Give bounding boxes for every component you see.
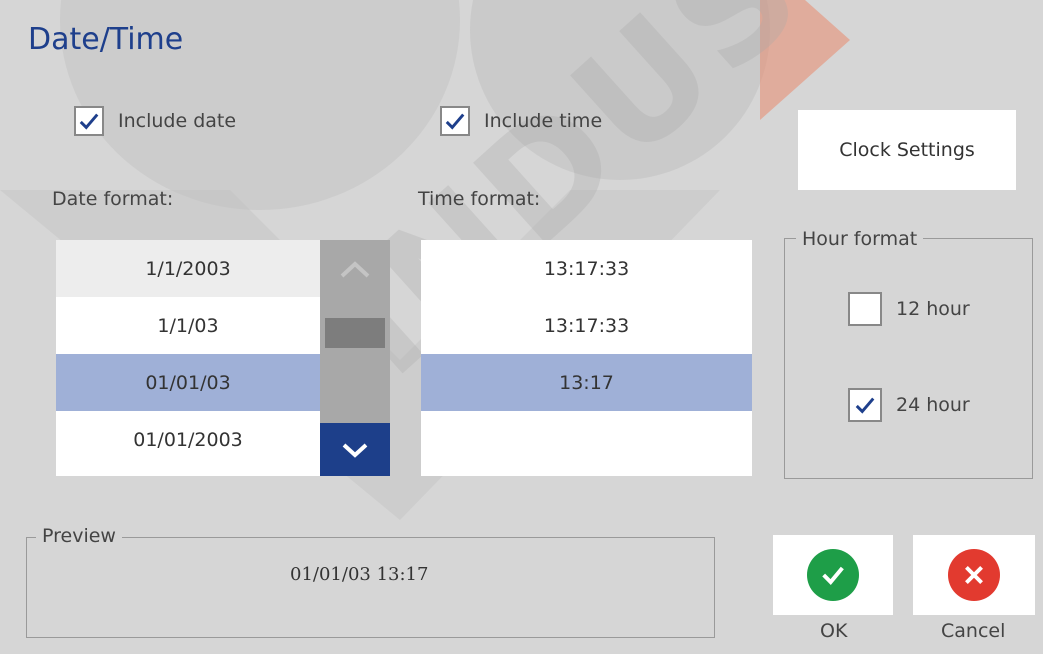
checkmark-icon bbox=[855, 397, 875, 414]
hour-format-title: Hour format bbox=[796, 228, 924, 250]
include-date-label: Include date bbox=[118, 110, 237, 132]
hour-12-label: 12 hour bbox=[896, 298, 970, 320]
hour-format-group bbox=[784, 238, 1033, 479]
cancel-label: Cancel bbox=[941, 620, 1006, 642]
checkbox-box[interactable] bbox=[74, 106, 104, 136]
scroll-down-button[interactable] bbox=[320, 423, 390, 476]
checkmark-icon bbox=[79, 113, 99, 130]
preview-title: Preview bbox=[36, 525, 122, 547]
list-item[interactable]: 13:17 bbox=[421, 354, 752, 411]
checkbox-box[interactable] bbox=[848, 388, 882, 422]
date-format-scrollbar[interactable] bbox=[320, 240, 390, 476]
ok-circle bbox=[807, 549, 859, 601]
time-format-label: Time format: bbox=[418, 188, 541, 210]
checkbox-box[interactable] bbox=[848, 292, 882, 326]
list-item[interactable]: 13:17:33 bbox=[421, 240, 752, 297]
include-time-label: Include time bbox=[484, 110, 603, 132]
chevron-down-icon bbox=[342, 443, 368, 458]
hour-24-checkbox[interactable]: 24 hour bbox=[848, 388, 970, 422]
dialog-title: Date/Time bbox=[28, 22, 184, 57]
ok-label: OK bbox=[820, 620, 848, 642]
include-date-checkbox[interactable]: Include date bbox=[74, 106, 236, 136]
clock-settings-button[interactable]: Clock Settings bbox=[798, 110, 1016, 190]
cancel-button[interactable] bbox=[913, 535, 1035, 615]
hour-12-checkbox[interactable]: 12 hour bbox=[848, 292, 970, 326]
chevron-up-icon bbox=[340, 261, 370, 278]
list-item[interactable]: 01/01/2003 bbox=[56, 411, 320, 468]
date-format-label: Date format: bbox=[52, 188, 174, 210]
x-icon bbox=[965, 566, 983, 584]
clock-settings-label: Clock Settings bbox=[839, 139, 975, 161]
include-time-checkbox[interactable]: Include time bbox=[440, 106, 602, 136]
preview-group bbox=[26, 537, 715, 638]
date-format-list[interactable]: 1/1/2003 1/1/03 01/01/03 01/01/2003 bbox=[56, 240, 320, 476]
checkmark-icon bbox=[822, 566, 844, 585]
ok-button[interactable] bbox=[773, 535, 893, 615]
cancel-circle bbox=[948, 549, 1000, 601]
scroll-thumb[interactable] bbox=[325, 318, 385, 348]
list-item[interactable]: 01/01/03 bbox=[56, 354, 320, 411]
preview-value: 01/01/03 13:17 bbox=[290, 564, 429, 585]
list-item[interactable] bbox=[421, 411, 752, 468]
list-item[interactable]: 1/1/03 bbox=[56, 297, 320, 354]
scroll-up-button[interactable] bbox=[320, 240, 390, 300]
list-item[interactable]: 1/1/2003 bbox=[56, 240, 320, 297]
checkmark-icon bbox=[445, 113, 465, 130]
checkbox-box[interactable] bbox=[440, 106, 470, 136]
time-format-list[interactable]: 13:17:33 13:17:33 13:17 bbox=[421, 240, 752, 476]
hour-24-label: 24 hour bbox=[896, 394, 970, 416]
list-item[interactable]: 13:17:33 bbox=[421, 297, 752, 354]
